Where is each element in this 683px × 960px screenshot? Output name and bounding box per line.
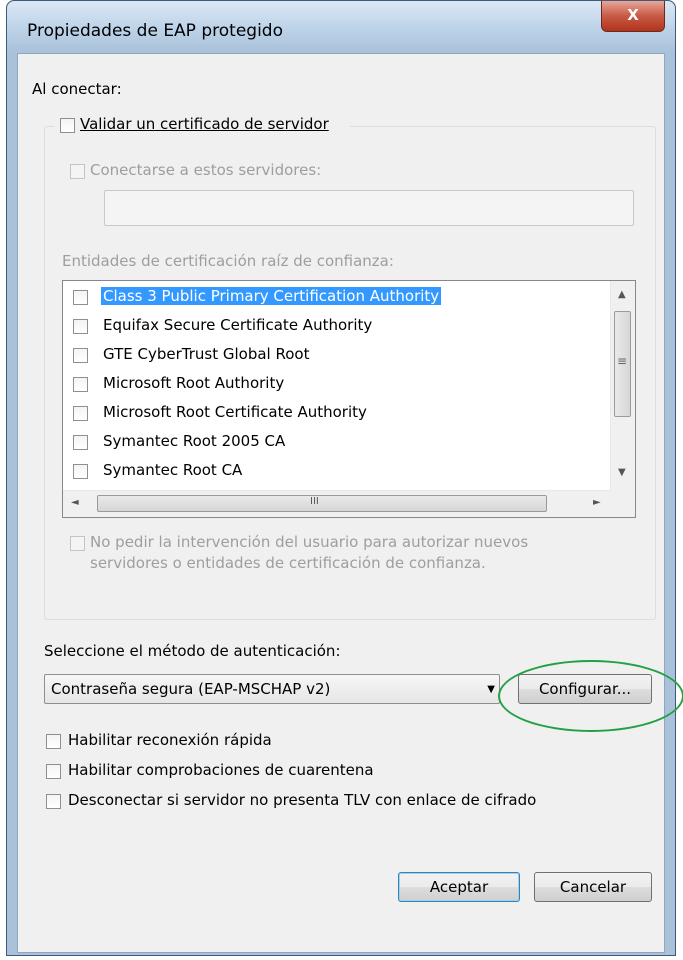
cert-checkbox[interactable] bbox=[73, 435, 88, 450]
cert-label: Equifax Secure Certificate Authority bbox=[103, 316, 373, 334]
cert-label: Microsoft Root Authority bbox=[103, 374, 285, 392]
vertical-scrollbar[interactable]: ▲ ≡ ▼ bbox=[610, 281, 635, 491]
no-prompt-label-line1: No pedir la intervención del usuario par… bbox=[90, 533, 529, 551]
connect-label: Al conectar: bbox=[32, 80, 122, 98]
ok-button[interactable]: Aceptar bbox=[398, 872, 520, 902]
list-item[interactable]: Symantec Root 2005 CA bbox=[63, 428, 603, 457]
trusted-root-label: Entidades de certificación raíz de confi… bbox=[62, 252, 394, 270]
window-title: Propiedades de EAP protegido bbox=[27, 21, 283, 41]
list-item[interactable]: Class 3 Public Primary Certification Aut… bbox=[63, 283, 603, 312]
fast-reconnect-checkbox[interactable] bbox=[46, 734, 61, 749]
horizontal-scrollbar[interactable]: ◄ III ► bbox=[63, 490, 611, 517]
horizontal-scroll-thumb[interactable]: III bbox=[97, 495, 547, 512]
cert-checkbox[interactable] bbox=[73, 290, 88, 305]
dialog-window: Propiedades de EAP protegido X Al conect… bbox=[6, 0, 676, 956]
cert-label: Symantec Root CA bbox=[103, 461, 243, 479]
chevron-down-icon[interactable]: ▼ bbox=[487, 684, 495, 695]
list-item[interactable]: GTE CyberTrust Global Root bbox=[63, 341, 603, 370]
list-item[interactable]: Microsoft Root Certificate Authority bbox=[63, 399, 603, 428]
scroll-down-icon[interactable]: ▼ bbox=[618, 467, 626, 478]
cert-label: GTE CyberTrust Global Root bbox=[103, 345, 310, 363]
auth-method-label: Seleccione el método de autenticación: bbox=[44, 642, 341, 660]
connect-servers-checkbox[interactable] bbox=[70, 164, 85, 179]
scroll-left-icon[interactable]: ◄ bbox=[71, 497, 79, 508]
list-item[interactable]: Microsoft Root Authority bbox=[63, 370, 603, 399]
no-prompt-checkbox[interactable] bbox=[70, 536, 85, 551]
disconnect-tlv-label[interactable]: Desconectar si servidor no presenta TLV … bbox=[68, 791, 536, 809]
no-prompt-label-line2: servidores o entidades de certificación … bbox=[90, 554, 486, 572]
quarantine-checkbox[interactable] bbox=[46, 764, 61, 779]
validate-cert-label[interactable]: Validar un certificado de servidor bbox=[80, 115, 329, 133]
auth-method-select[interactable]: Contraseña segura (EAP-MSCHAP v2) ▼ bbox=[44, 674, 500, 704]
close-button[interactable]: X bbox=[601, 1, 665, 32]
fast-reconnect-label[interactable]: Habilitar reconexión rápida bbox=[68, 731, 272, 749]
cert-checkbox[interactable] bbox=[73, 464, 88, 479]
auth-method-value: Contraseña segura (EAP-MSCHAP v2) bbox=[51, 680, 331, 698]
list-item[interactable]: Equifax Secure Certificate Authority bbox=[63, 312, 603, 341]
scroll-right-icon[interactable]: ► bbox=[593, 497, 601, 508]
cert-label: Class 3 Public Primary Certification Aut… bbox=[101, 287, 442, 305]
cert-label: Microsoft Root Certificate Authority bbox=[103, 403, 367, 421]
quarantine-label[interactable]: Habilitar comprobaciones de cuarentena bbox=[68, 761, 374, 779]
title-bar: Propiedades de EAP protegido X bbox=[7, 1, 675, 53]
cert-checkbox[interactable] bbox=[73, 319, 88, 334]
vertical-scroll-thumb[interactable]: ≡ bbox=[614, 311, 631, 417]
scroll-up-icon[interactable]: ▲ bbox=[618, 289, 626, 300]
cert-checkbox[interactable] bbox=[73, 377, 88, 392]
cert-checkbox[interactable] bbox=[73, 406, 88, 421]
validate-cert-checkbox[interactable] bbox=[60, 118, 75, 133]
cert-checkbox[interactable] bbox=[73, 348, 88, 363]
list-item[interactable]: Symantec Root CA bbox=[63, 457, 603, 486]
cert-label: Symantec Root 2005 CA bbox=[103, 432, 286, 450]
servers-input[interactable] bbox=[104, 190, 634, 226]
cancel-button[interactable]: Cancelar bbox=[534, 872, 652, 902]
grip-icon: ≡ bbox=[617, 354, 628, 368]
connect-servers-label: Conectarse a estos servidores: bbox=[90, 161, 322, 179]
configure-button[interactable]: Configurar... bbox=[518, 674, 652, 704]
dialog-client-area: Al conectar: Validar un certificado de s… bbox=[17, 53, 665, 953]
cert-listbox[interactable]: Class 3 Public Primary Certification Aut… bbox=[62, 280, 636, 518]
disconnect-tlv-checkbox[interactable] bbox=[46, 794, 61, 809]
grip-icon: III bbox=[310, 496, 319, 507]
